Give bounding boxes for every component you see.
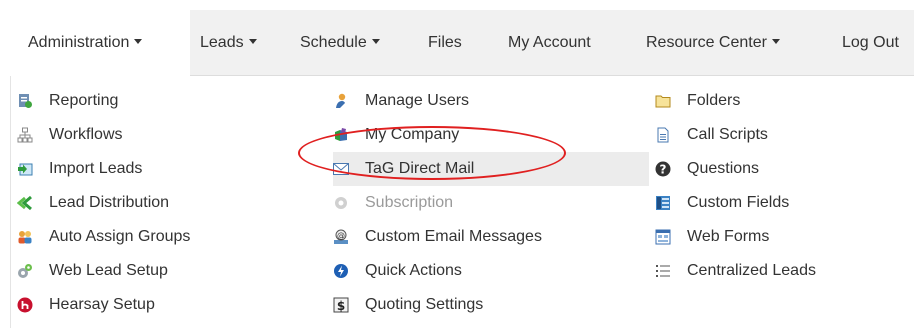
menu-item-label: Lead Distribution — [49, 194, 170, 211]
question-icon: ? — [655, 161, 671, 177]
menu-item-label: Web Lead Setup — [49, 262, 168, 279]
menu-item-label: Custom Email Messages — [365, 228, 542, 245]
nav-log-out-label: Log Out — [842, 34, 899, 51]
menu-item-label: Subscription — [365, 194, 454, 211]
menu-item-custom-email-messages[interactable]: @ Custom Email Messages — [333, 220, 649, 254]
menu-item-lead-distribution[interactable]: Lead Distribution — [17, 186, 307, 220]
nav-leads[interactable]: Leads — [200, 10, 257, 76]
chevron-down-icon — [771, 39, 780, 44]
group-icon — [18, 231, 32, 244]
menu-item-label: Auto Assign Groups — [49, 228, 191, 245]
envelope-icon — [333, 163, 349, 175]
fields-icon — [656, 196, 670, 210]
distribution-icon — [17, 195, 32, 211]
chevron-down-icon — [371, 39, 380, 44]
nav-resource-center-label: Resource Center — [646, 34, 767, 51]
company-icon — [335, 128, 347, 141]
menu-item-auto-assign-groups[interactable]: Auto Assign Groups — [17, 220, 307, 254]
menu-item-folders[interactable]: Folders — [655, 84, 905, 118]
document-icon — [657, 127, 669, 143]
menu-item-label: My Company — [365, 126, 460, 143]
menu-item-label: Questions — [687, 160, 760, 177]
menu-item-reporting[interactable]: Reporting — [17, 84, 307, 118]
nav-schedule[interactable]: Schedule — [300, 10, 380, 76]
form-icon — [655, 229, 671, 245]
menu-item-label: Import Leads — [49, 160, 143, 177]
nav-resource-center[interactable]: Resource Center — [646, 10, 780, 76]
menu-item-label: Centralized Leads — [687, 262, 816, 279]
menu-item-manage-users[interactable]: Manage Users — [333, 84, 649, 118]
chevron-down-icon — [134, 39, 143, 44]
menu-item-web-forms[interactable]: Web Forms — [655, 220, 905, 254]
lightning-icon — [334, 264, 348, 278]
menu-item-web-lead-setup[interactable]: Web Lead Setup — [17, 254, 307, 288]
reporting-icon — [19, 94, 32, 108]
user-icon — [336, 93, 346, 108]
import-icon — [18, 163, 33, 176]
gear-icon — [335, 197, 347, 209]
nav-my-account[interactable]: My Account — [508, 10, 591, 76]
folder-icon — [655, 95, 671, 108]
menu-item-my-company[interactable]: My Company — [333, 118, 649, 152]
svg-text:?: ? — [660, 163, 667, 177]
workflow-icon — [17, 127, 33, 143]
menu-item-label: Manage Users — [365, 92, 470, 109]
email-user-icon: @ — [334, 229, 348, 244]
hearsay-icon — [17, 297, 33, 313]
menu-item-label: Call Scripts — [687, 126, 768, 143]
menu-item-label: Custom Fields — [687, 194, 790, 211]
menu-item-tag-direct-mail[interactable]: TaG Direct Mail — [333, 152, 649, 186]
menu-item-label: Folders — [687, 92, 741, 109]
menu-item-label: TaG Direct Mail — [365, 160, 475, 177]
dollar-icon: $ — [333, 297, 349, 313]
nav-files-label: Files — [428, 34, 462, 51]
nav-schedule-label: Schedule — [300, 34, 367, 51]
menu-item-quoting-settings[interactable]: $ Quoting Settings — [333, 288, 649, 322]
menu-item-hearsay-setup[interactable]: Hearsay Setup — [17, 288, 307, 322]
administration-dropdown-menu: Reporting Workflows Import Leads Lead Di… — [10, 76, 914, 328]
nav-my-account-label: My Account — [508, 34, 591, 51]
menu-item-questions[interactable]: ? Questions — [655, 152, 905, 186]
menu-item-label: Quick Actions — [365, 262, 462, 279]
menu-item-label: Quoting Settings — [365, 296, 484, 313]
nav-files[interactable]: Files — [428, 10, 462, 76]
svg-text:@: @ — [337, 231, 345, 240]
gear-icon — [18, 264, 32, 278]
menu-item-quick-actions[interactable]: Quick Actions — [333, 254, 649, 288]
menu-item-subscription: Subscription — [333, 186, 649, 220]
menu-item-workflows[interactable]: Workflows — [17, 118, 307, 152]
top-navbar: Administration Leads Schedule Files My A… — [10, 10, 914, 76]
svg-text:$: $ — [337, 299, 345, 313]
nav-administration-label: Administration — [28, 34, 130, 51]
menu-item-centralized-leads[interactable]: Centralized Leads — [655, 254, 905, 288]
nav-administration[interactable]: Administration — [10, 10, 190, 76]
menu-item-label: Workflows — [49, 126, 123, 143]
nav-leads-label: Leads — [200, 34, 244, 51]
nav-log-out[interactable]: Log Out — [842, 10, 899, 76]
menu-item-label: Reporting — [49, 92, 119, 109]
menu-item-label: Web Forms — [687, 228, 770, 245]
menu-item-import-leads[interactable]: Import Leads — [17, 152, 307, 186]
chevron-down-icon — [248, 39, 257, 44]
menu-item-custom-fields[interactable]: Custom Fields — [655, 186, 905, 220]
menu-item-call-scripts[interactable]: Call Scripts — [655, 118, 905, 152]
menu-item-label: Hearsay Setup — [49, 296, 155, 313]
list-icon — [656, 265, 670, 277]
